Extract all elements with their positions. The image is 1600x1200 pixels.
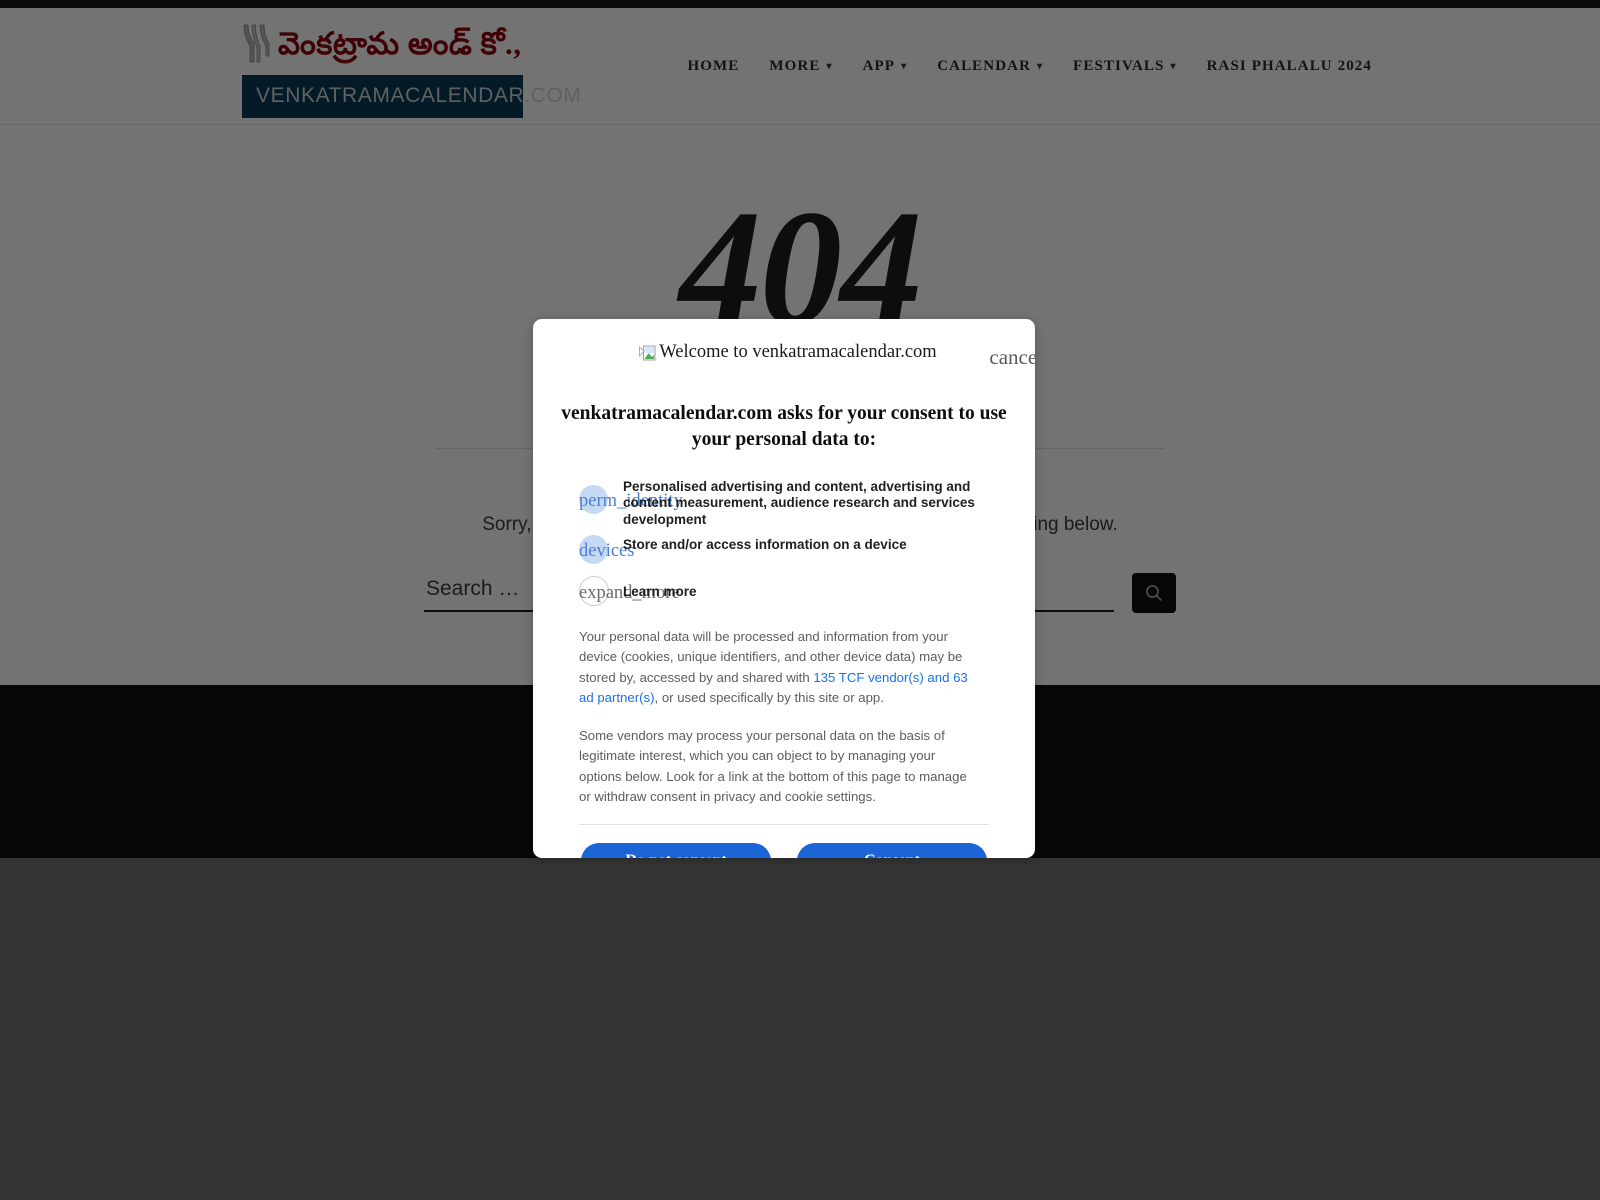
page-root: వెంకట్రామ అండ్ కో., VENKATRAMACALENDAR.C…	[0, 0, 1600, 1200]
dialog-logo-row: Welcome to venkatramacalendar.com	[533, 342, 1035, 363]
purpose-item-device-storage: devices Store and/or access information …	[579, 529, 989, 569]
consent-dialog: cancel Welcome to venkatramacalendar.com…	[533, 319, 1035, 858]
broken-image-icon	[639, 345, 656, 361]
purpose-text: Learn more	[623, 583, 697, 599]
purpose-text: Personalised advertising and content, ad…	[623, 478, 975, 528]
dialog-actions: Do not consent Consent	[533, 843, 1035, 858]
purpose-list: perm_identity Personalised advertising a…	[533, 479, 1035, 611]
purpose-text: Store and/or access information on a dev…	[623, 536, 907, 552]
dialog-body: Your personal data will be processed and…	[533, 627, 1035, 808]
consent-button[interactable]: Consent	[797, 843, 987, 858]
dialog-paragraph-1: Your personal data will be processed and…	[579, 627, 979, 709]
purpose-item-personalised-ads: perm_identity Personalised advertising a…	[579, 479, 989, 527]
dialog-logo-alt-text: Welcome to venkatramacalendar.com	[659, 342, 937, 362]
dialog-separator	[579, 824, 989, 826]
purpose-item-learn-more[interactable]: expand_more Learn more	[579, 575, 989, 611]
paragraph-1-text-after: , or used specifically by this site or a…	[654, 690, 884, 706]
dialog-paragraph-2: Some vendors may process your personal d…	[579, 727, 967, 805]
close-icon[interactable]: cancel	[989, 345, 1035, 370]
dialog-heading: venkatramacalendar.com asks for your con…	[561, 403, 1007, 450]
do-not-consent-button[interactable]: Do not consent	[581, 843, 771, 858]
